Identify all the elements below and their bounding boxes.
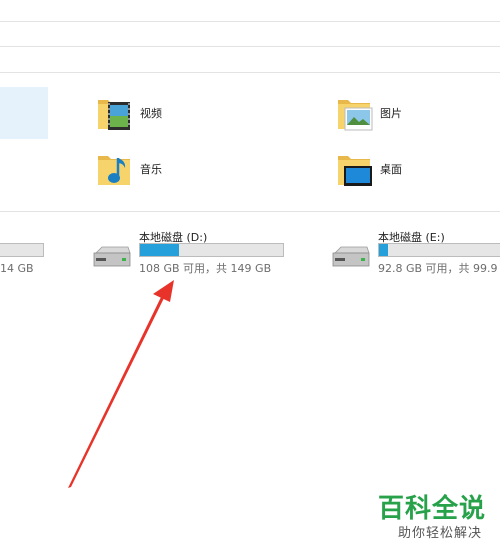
arrow-shaft: [68, 295, 165, 488]
watermark-subtitle: 助你轻松解决: [397, 526, 482, 541]
arrow-head: [153, 280, 174, 302]
annotation-arrow: [68, 280, 174, 488]
watermark-title: 百科全说: [377, 494, 486, 524]
